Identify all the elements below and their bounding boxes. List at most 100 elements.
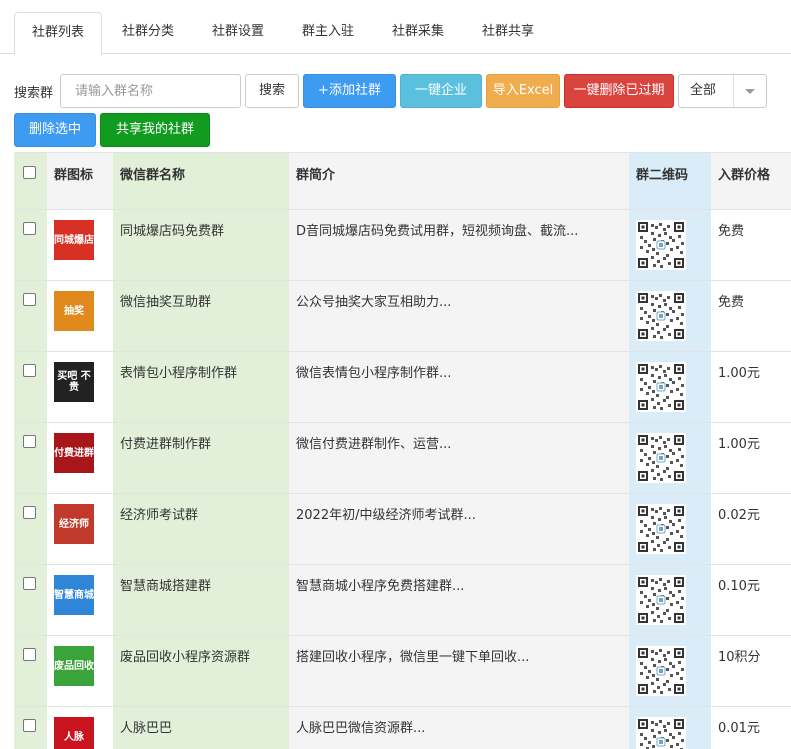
group-icon: 智慧商城 xyxy=(54,575,94,615)
qr-code-graphic xyxy=(636,646,686,696)
group-price: 0.10元 xyxy=(711,564,791,636)
row-checkbox[interactable] xyxy=(23,719,36,732)
one-click-company-button[interactable]: 一键企业 xyxy=(400,74,482,108)
group-table: 群图标 微信群名称 群简介 群二维码 入群价格 同城爆店 同城爆店码免费群 D音同城… xyxy=(14,152,791,749)
table-row: 付费进群 付费进群制作群 微信付费进群制作、运营... 1.00元 xyxy=(14,422,791,494)
tab-group-category[interactable]: 社群分类 xyxy=(104,12,192,54)
share-my-groups-button[interactable]: 共享我的社群 xyxy=(100,113,210,147)
group-icon-cell: 抽奖 xyxy=(47,280,113,352)
header-price: 入群价格 xyxy=(711,152,791,210)
group-desc: 人脉巴巴微信资源群... xyxy=(289,706,629,749)
row-select-cell xyxy=(14,493,47,565)
tab-bar: 社群列表 社群分类 社群设置 群主入驻 社群采集 社群共享 xyxy=(0,0,791,55)
filter-select[interactable]: 全部 xyxy=(678,74,767,108)
group-icon-cell: 付费进群 xyxy=(47,422,113,494)
group-desc: 智慧商城小程序免费搭建群... xyxy=(289,564,629,636)
header-name: 微信群名称 xyxy=(113,152,289,210)
group-name: 微信抽奖互助群 xyxy=(113,280,289,352)
qr-code-image[interactable] xyxy=(636,362,686,412)
group-price: 免费 xyxy=(711,209,791,281)
qr-cell xyxy=(629,564,711,636)
tab-group-share[interactable]: 社群共享 xyxy=(464,12,552,54)
group-name: 表情包小程序制作群 xyxy=(113,351,289,423)
row-select-cell xyxy=(14,209,47,281)
row-checkbox[interactable] xyxy=(23,648,36,661)
group-name: 人脉巴巴 xyxy=(113,706,289,749)
qr-code-graphic xyxy=(636,504,686,554)
qr-cell xyxy=(629,209,711,281)
group-icon-cell: 人脉 xyxy=(47,706,113,749)
qr-code-graphic xyxy=(636,220,686,270)
search-button[interactable]: 搜索 xyxy=(245,74,299,108)
search-label: 搜索群 xyxy=(14,86,54,101)
header-icon: 群图标 xyxy=(47,152,113,210)
qr-code-graphic xyxy=(636,291,686,341)
row-checkbox[interactable] xyxy=(23,506,36,519)
table-header-row: 群图标 微信群名称 群简介 群二维码 入群价格 xyxy=(14,152,791,210)
group-icon: 抽奖 xyxy=(54,291,94,331)
row-checkbox[interactable] xyxy=(23,577,36,590)
table-row: 人脉 人脉巴巴 人脉巴巴微信资源群... 0.01元 xyxy=(14,706,791,749)
qr-cell xyxy=(629,493,711,565)
qr-code-image[interactable] xyxy=(636,220,686,270)
group-desc: D音同城爆店码免费试用群，短视频询盘、截流... xyxy=(289,209,629,281)
group-icon: 废品回收 xyxy=(54,646,94,686)
group-price: 免费 xyxy=(711,280,791,352)
filter-select-value: 全部 xyxy=(690,83,717,98)
qr-cell xyxy=(629,280,711,352)
qr-cell xyxy=(629,706,711,749)
group-icon: 人脉 xyxy=(54,717,94,749)
table-row: 智慧商城 智慧商城搭建群 智慧商城小程序免费搭建群... 0.10元 xyxy=(14,564,791,636)
group-desc: 微信表情包小程序制作群... xyxy=(289,351,629,423)
qr-code-image[interactable] xyxy=(636,291,686,341)
row-checkbox[interactable] xyxy=(23,435,36,448)
qr-code-graphic xyxy=(636,362,686,412)
header-select-all xyxy=(14,152,47,210)
delete-expired-button[interactable]: 一键删除已过期 xyxy=(564,74,674,108)
search-input[interactable] xyxy=(60,74,241,108)
table-row: 买吧 不贵 表情包小程序制作群 微信表情包小程序制作群... 1.00元 xyxy=(14,351,791,423)
group-name: 付费进群制作群 xyxy=(113,422,289,494)
table-row: 抽奖 微信抽奖互助群 公众号抽奖大家互相助力... 免费 xyxy=(14,280,791,352)
qr-cell xyxy=(629,351,711,423)
group-name: 智慧商城搭建群 xyxy=(113,564,289,636)
import-excel-button[interactable]: 导入Excel xyxy=(486,74,560,108)
group-icon: 经济师 xyxy=(54,504,94,544)
group-price: 0.01元 xyxy=(711,706,791,749)
row-select-cell xyxy=(14,706,47,749)
chevron-down-icon xyxy=(745,89,755,94)
tab-group-list[interactable]: 社群列表 xyxy=(14,12,102,55)
group-icon-cell: 经济师 xyxy=(47,493,113,565)
qr-code-graphic xyxy=(636,575,686,625)
row-checkbox[interactable] xyxy=(23,364,36,377)
group-icon-cell: 买吧 不贵 xyxy=(47,351,113,423)
qr-code-image[interactable] xyxy=(636,504,686,554)
group-name: 同城爆店码免费群 xyxy=(113,209,289,281)
header-qr: 群二维码 xyxy=(629,152,711,210)
add-group-button[interactable]: +添加社群 xyxy=(303,74,396,108)
group-name: 废品回收小程序资源群 xyxy=(113,635,289,707)
row-checkbox[interactable] xyxy=(23,222,36,235)
qr-code-graphic xyxy=(636,717,686,749)
group-desc: 公众号抽奖大家互相助力... xyxy=(289,280,629,352)
qr-code-image[interactable] xyxy=(636,646,686,696)
row-select-cell xyxy=(14,422,47,494)
qr-code-image[interactable] xyxy=(636,717,686,749)
group-icon-cell: 废品回收 xyxy=(47,635,113,707)
qr-cell xyxy=(629,635,711,707)
group-icon: 付费进群 xyxy=(54,433,94,473)
group-price: 0.02元 xyxy=(711,493,791,565)
header-desc: 群简介 xyxy=(289,152,629,210)
tab-owner-join[interactable]: 群主入驻 xyxy=(284,12,372,54)
row-select-cell xyxy=(14,280,47,352)
group-name: 经济师考试群 xyxy=(113,493,289,565)
select-all-checkbox[interactable] xyxy=(23,166,36,179)
delete-selected-button[interactable]: 删除选中 xyxy=(14,113,96,147)
qr-code-image[interactable] xyxy=(636,575,686,625)
qr-code-image[interactable] xyxy=(636,433,686,483)
tab-group-collect[interactable]: 社群采集 xyxy=(374,12,462,54)
row-checkbox[interactable] xyxy=(23,293,36,306)
table-row: 同城爆店 同城爆店码免费群 D音同城爆店码免费试用群，短视频询盘、截流... 免费 xyxy=(14,209,791,281)
tab-group-settings[interactable]: 社群设置 xyxy=(194,12,282,54)
group-icon: 同城爆店 xyxy=(54,220,94,260)
